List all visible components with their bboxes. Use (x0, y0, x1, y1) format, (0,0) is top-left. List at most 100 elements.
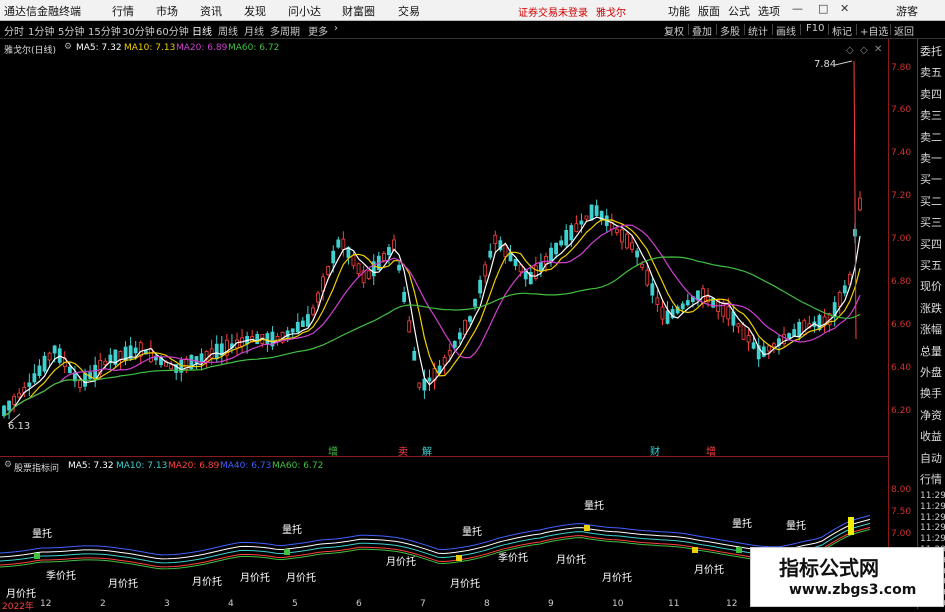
price-tick: 6.40 (891, 363, 912, 373)
btn-restore-rights[interactable]: 复权 (664, 23, 684, 38)
app-title: 通达信金融终端 (4, 5, 81, 18)
candle-body (442, 357, 447, 366)
signal-label: 季价托 (46, 571, 76, 582)
signal-marker (456, 555, 462, 561)
main-kline-pane[interactable]: 雅戈尔(日线) ⚙ MA5: 7.32 MA10: 7.13 MA20: 6.8… (0, 39, 889, 458)
candle-body (463, 319, 467, 336)
signal-marker (736, 547, 742, 553)
candle-body (118, 350, 123, 361)
signal-marker (284, 549, 290, 555)
time-tick: 2 (100, 599, 106, 609)
legend-ma5: MA5: 7.32 (68, 461, 114, 471)
signal-label: 季价托 (498, 553, 528, 564)
quote-field-label: 11:29 (920, 534, 945, 545)
signal-label: 量托 (732, 519, 752, 530)
signal-label: 量托 (282, 525, 302, 536)
period-weekly[interactable]: 周线 (218, 23, 238, 38)
time-tick: 5 (292, 599, 298, 609)
maximize-icon[interactable]: □ (818, 2, 828, 15)
event-marker[interactable]: 解 (422, 443, 432, 458)
candle-body (2, 405, 6, 417)
btn-draw[interactable]: 画线 (776, 23, 796, 38)
period-multi[interactable]: 多周期 (270, 23, 300, 38)
menu-layout[interactable]: 版面 (698, 3, 720, 19)
event-marker[interactable]: 财 (650, 443, 660, 458)
close-icon[interactable]: ✕ (840, 2, 849, 15)
menu-function[interactable]: 功能 (668, 3, 690, 19)
time-tick: 4 (228, 599, 234, 609)
period-daily[interactable]: 日线 (192, 23, 212, 38)
divider (856, 24, 857, 35)
menu-item-ask[interactable]: 问小达 (288, 3, 321, 19)
signal-marker (584, 525, 590, 531)
candle-body (265, 333, 270, 345)
candle-body (680, 303, 685, 310)
candle-body (614, 228, 619, 233)
period-1min[interactable]: 1分钟 (28, 23, 54, 38)
menu-item-news[interactable]: 资讯 (200, 3, 222, 19)
close-pane-icon[interactable]: ✕ (874, 44, 882, 55)
btn-statistics[interactable]: 统计 (748, 23, 768, 38)
menu-item-wealth[interactable]: 财富圈 (342, 3, 375, 19)
event-marker[interactable]: 卖 (398, 443, 408, 458)
candle-body (32, 373, 37, 383)
candle-body (741, 324, 746, 340)
kline-chart[interactable] (0, 39, 888, 456)
signal-label: 月价托 (386, 557, 416, 568)
time-tick: 12 (726, 599, 738, 609)
candle-body (199, 353, 204, 362)
period-30min[interactable]: 30分钟 (122, 23, 155, 38)
quote-field-label: 11:29 (920, 512, 945, 523)
period-more[interactable]: 更多 (308, 23, 328, 38)
candle-body (574, 223, 579, 232)
menu-formula[interactable]: 公式 (728, 3, 750, 19)
chevron-right-icon[interactable]: › (334, 23, 338, 34)
candle-body (457, 332, 462, 340)
btn-mark[interactable]: 标记 (832, 23, 852, 38)
candle-body (452, 340, 457, 348)
period-intraday[interactable]: 分时 (4, 23, 24, 38)
event-marker[interactable]: 增 (706, 443, 716, 458)
event-marker[interactable]: 增 (328, 443, 338, 458)
candle-body (12, 396, 17, 405)
signal-label: 月价托 (240, 573, 270, 584)
minimize-icon[interactable]: — (792, 2, 803, 15)
time-tick: 10 (612, 599, 624, 609)
settings-gear-icon[interactable]: ⚙ (64, 42, 72, 52)
quote-field-label: 卖四 (920, 87, 942, 101)
candle-body (817, 315, 822, 330)
menu-item-market[interactable]: 市场 (156, 3, 178, 19)
price-tick: 7.80 (891, 63, 912, 73)
period-monthly[interactable]: 月线 (244, 23, 264, 38)
diamond-icon[interactable]: ◇ (846, 45, 854, 56)
divider (800, 24, 801, 35)
candle-body (387, 247, 391, 256)
btn-f10[interactable]: F10 (806, 23, 824, 34)
menu-options[interactable]: 选项 (758, 3, 780, 19)
candle-body (549, 247, 553, 262)
watermark-logo: 指标公式网 www.zbgs3.com (750, 547, 944, 607)
btn-back[interactable]: 返回 (894, 23, 914, 38)
period-15min[interactable]: 15分钟 (88, 23, 121, 38)
menu-item-trade[interactable]: 交易 (398, 3, 420, 19)
menu-item-quotes[interactable]: 行情 (112, 3, 134, 19)
time-tick: 8 (484, 599, 490, 609)
diamond-icon[interactable]: ◇ (860, 45, 868, 56)
btn-add-watchlist[interactable]: +自选 (860, 23, 888, 38)
menu-item-discover[interactable]: 发现 (244, 3, 266, 19)
time-tick: 12 (40, 599, 52, 609)
quote-field-label: 自动 (920, 451, 942, 465)
period-60min[interactable]: 60分钟 (156, 23, 189, 38)
btn-overlay[interactable]: 叠加 (692, 23, 712, 38)
candle-body (630, 242, 634, 250)
btn-multi-stock[interactable]: 多股 (720, 23, 740, 38)
candle-body (858, 197, 862, 211)
menu-guest[interactable]: 游客 (896, 3, 918, 19)
period-5min[interactable]: 5分钟 (58, 23, 84, 38)
settings-gear-icon[interactable]: ⚙ (4, 460, 12, 470)
signal-marker (34, 553, 40, 559)
price-tick: 6.60 (891, 320, 912, 330)
login-notice[interactable]: 证券交易未登录 (518, 4, 588, 19)
candle-body (589, 204, 594, 221)
candle-body (635, 250, 640, 258)
